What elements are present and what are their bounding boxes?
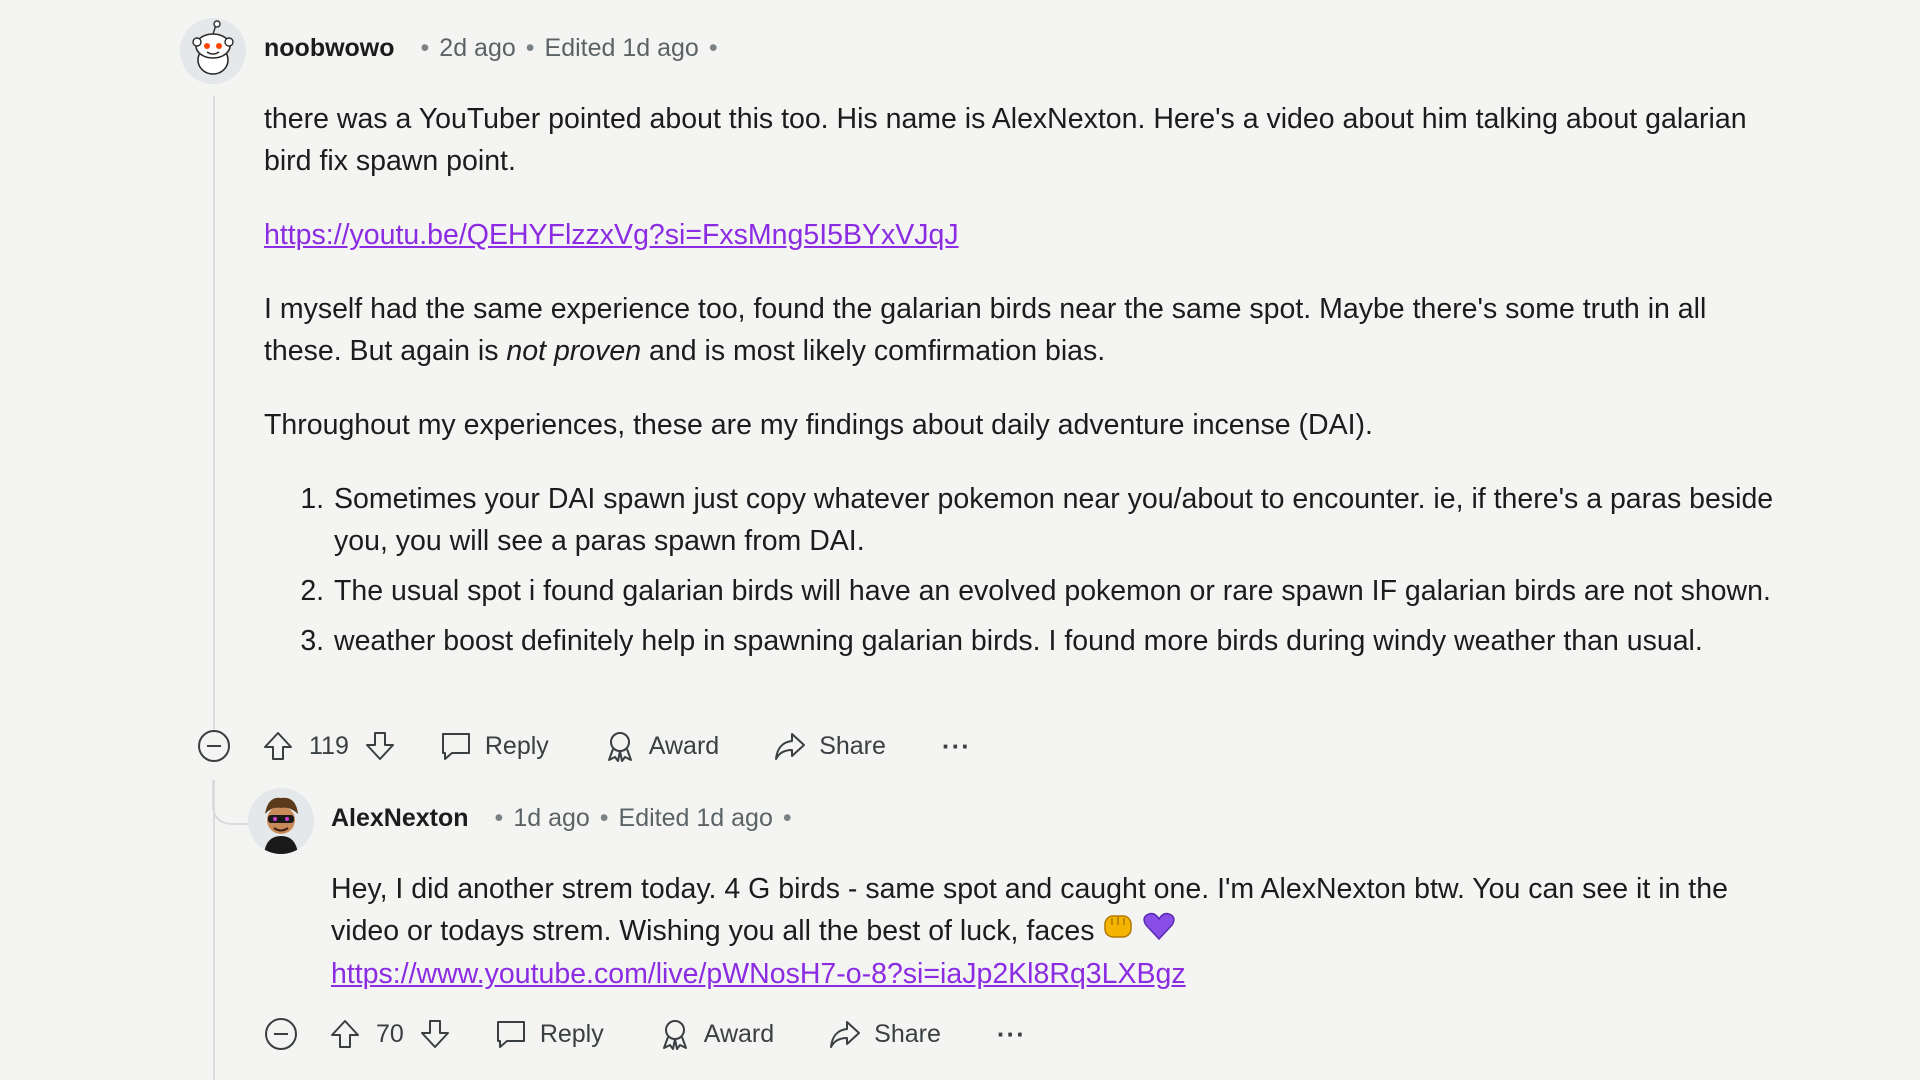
more-options-button[interactable]: ··· (942, 731, 971, 762)
comment-meta: noobwowo • 2d ago • Edited 1d ago • (264, 34, 728, 63)
youtube-link[interactable]: https://www.youtube.com/live/pWNosH7-o-8… (331, 958, 1186, 990)
award-button[interactable]: Award (603, 729, 719, 763)
award-label: Award (703, 1019, 775, 1048)
list-item: The usual spot i found galarian birds wi… (332, 570, 1774, 612)
upvote-button[interactable] (328, 1017, 362, 1051)
separator-dot: • (708, 34, 718, 62)
edited-label: Edited 1d ago (544, 34, 699, 62)
separator-dot: • (525, 34, 535, 62)
comment-paragraph: Hey, I did another strem today. 4 G bird… (331, 868, 1781, 953)
separator-dot: • (494, 804, 504, 832)
thread-line[interactable] (213, 96, 215, 732)
text-segment: and is most likely comfirmation bias. (641, 335, 1106, 367)
share-icon (830, 1021, 861, 1048)
award-icon (607, 732, 632, 762)
comment-icon (496, 1021, 525, 1048)
comment-body: Hey, I did another strem today. 4 G bird… (331, 868, 1781, 995)
award-button[interactable]: Award (658, 1017, 774, 1051)
reply-button[interactable]: Reply (439, 729, 549, 763)
collapse-button[interactable] (197, 729, 231, 763)
comment-age: 1d ago (513, 804, 590, 832)
upvote-icon (331, 1020, 359, 1048)
fist-emoji (1102, 911, 1134, 953)
vote-count: 119 (309, 731, 349, 760)
edited-label: Edited 1d ago (618, 804, 773, 832)
comment-age: 2d ago (439, 34, 516, 62)
youtube-link[interactable]: https://youtu.be/QEHYFlzzxVg?si=FxsMng5I… (264, 219, 959, 251)
text-segment: Hey, I did another strem today. 4 G bird… (331, 873, 1728, 947)
comment-link-paragraph: https://www.youtube.com/live/pWNosH7-o-8… (331, 953, 1781, 995)
comment-paragraph: Throughout my experiences, these are my … (264, 409, 1373, 441)
comment-thread: noobwowo • 2d ago • Edited 1d ago • ther… (0, 0, 1920, 1080)
reply-label: Reply (484, 731, 549, 760)
list-item: Sometimes your DAI spawn just copy whate… (332, 478, 1774, 562)
italic-text: not proven (506, 335, 642, 367)
upvote-icon (264, 732, 292, 760)
separator-dot: • (782, 804, 792, 832)
separator-dot: • (420, 34, 430, 62)
avatar[interactable] (248, 788, 314, 854)
collapse-icon (265, 1018, 297, 1050)
comment-action-bar: 119 Reply Award Share ··· (197, 726, 971, 766)
downvote-icon (420, 1020, 449, 1048)
collapse-button[interactable] (264, 1017, 298, 1051)
award-label: Award (648, 731, 720, 760)
comment-paragraph: there was a YouTuber pointed about this … (264, 103, 1747, 177)
share-button[interactable]: Share (828, 1017, 941, 1051)
share-button[interactable]: Share (773, 729, 886, 763)
list-item: weather boost definitely help in spawnin… (332, 620, 1774, 662)
comment-meta: AlexNexton • 1d ago • Edited 1d ago • (331, 804, 802, 833)
comment-link-paragraph: https://youtu.be/QEHYFlzzxVg?si=FxsMng5I… (264, 214, 1774, 256)
downvote-button[interactable] (418, 1017, 452, 1051)
comment-icon (441, 733, 470, 760)
comment-body: there was a YouTuber pointed about this … (264, 98, 1774, 662)
reply-label: Reply (539, 1019, 604, 1048)
comment-action-bar: 70 Reply Award Share ··· (264, 1014, 1026, 1054)
downvote-icon (365, 732, 394, 760)
award-icon (662, 1020, 687, 1050)
separator-dot: • (599, 804, 609, 832)
downvote-button[interactable] (363, 729, 397, 763)
findings-list: Sometimes your DAI spawn just copy whate… (264, 478, 1774, 662)
comment-paragraph: I myself had the same experience too, fo… (264, 288, 1774, 372)
author-name[interactable]: AlexNexton (331, 804, 469, 833)
upvote-button[interactable] (261, 729, 295, 763)
snoo-avatar-icon (180, 18, 246, 84)
user-avatar-icon (248, 788, 314, 854)
more-options-button[interactable]: ··· (997, 1019, 1026, 1050)
vote-count: 70 (376, 1019, 404, 1048)
share-icon (775, 733, 806, 760)
share-label: Share (819, 731, 886, 760)
reply-button[interactable]: Reply (494, 1017, 604, 1051)
purple-heart-emoji (1142, 911, 1176, 953)
avatar[interactable] (180, 18, 246, 84)
author-name[interactable]: noobwowo (264, 34, 395, 63)
share-label: Share (874, 1019, 941, 1048)
collapse-icon (198, 730, 230, 762)
